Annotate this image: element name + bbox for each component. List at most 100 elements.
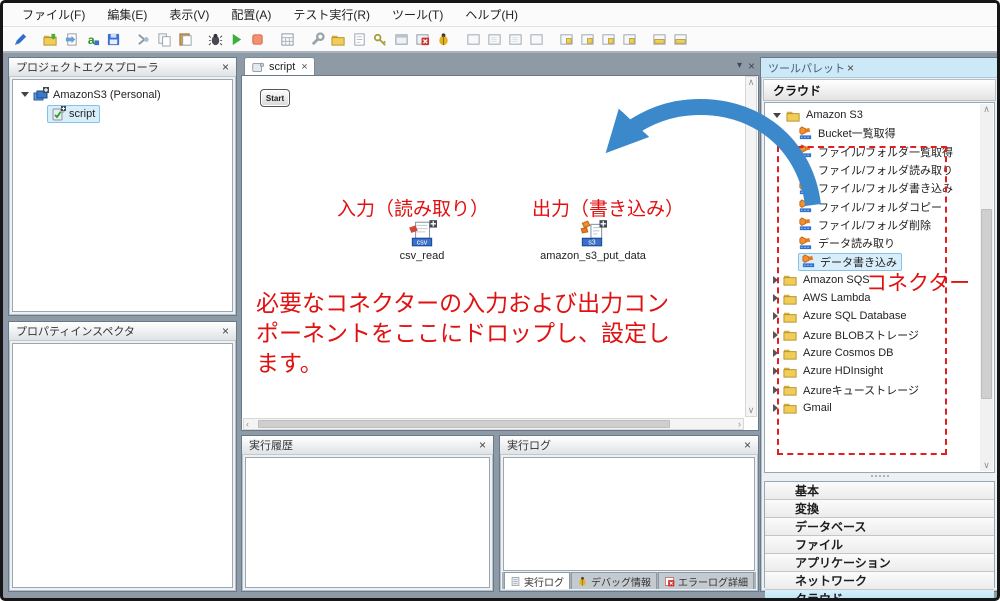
collapsed-arrow-icon[interactable] [773,367,778,375]
application-window: ファイル(F) 編集(E) 表示(V) 配置(A) テスト実行(R) ツール(T… [0,0,1000,601]
palette-item-file-delete[interactable]: ファイル/フォルダ削除 [765,216,994,234]
rename-icon[interactable] [83,30,101,48]
tab-error-log[interactable]: エラーログ詳細 [658,572,754,589]
project-root-row[interactable]: AmazonS3 (Personal) [13,85,232,104]
category-file[interactable]: ファイル [765,536,994,554]
scroll-right-icon[interactable]: › [738,419,741,430]
align-middle-icon[interactable] [578,30,596,48]
close-window-icon[interactable] [413,30,431,48]
menu-test-run[interactable]: テスト実行(R) [284,3,379,26]
close-icon[interactable]: × [477,440,488,450]
palette-folder-azure-sql[interactable]: Azure SQL Database [765,307,994,325]
stop-icon[interactable] [248,30,266,48]
new-script-icon[interactable] [11,30,29,48]
key-icon[interactable] [371,30,389,48]
palette-folder-azure-hdinsight[interactable]: Azure HDInsight [765,362,994,380]
save-icon[interactable] [104,30,122,48]
palette-group-amazon-s3[interactable]: Amazon S3 [765,106,994,124]
category-application[interactable]: アプリケーション [765,554,994,572]
palette-section-label: クラウド [773,82,821,99]
copy-icon[interactable] [155,30,173,48]
scroll-left-icon[interactable]: ‹ [246,419,249,430]
align-bottom-icon[interactable] [599,30,617,48]
document-icon[interactable] [350,30,368,48]
palette-scrollbar[interactable]: ∧ ∨ [980,104,993,471]
close-icon[interactable]: × [220,62,231,72]
collapsed-arrow-icon[interactable] [773,331,778,339]
collapsed-arrow-icon[interactable] [773,349,778,357]
expand-arrow-icon[interactable] [773,113,781,118]
close-icon[interactable]: × [742,440,753,450]
scroll-down-icon[interactable]: ∨ [980,460,993,471]
canvas-horizontal-scrollbar[interactable]: ‹ › [243,418,744,430]
collapsed-arrow-icon[interactable] [773,276,778,284]
window-icon[interactable] [392,30,410,48]
category-database[interactable]: データベース [765,518,994,536]
menu-help[interactable]: ヘルプ(H) [456,3,527,26]
category-convert[interactable]: 変換 [765,500,994,518]
collapsed-arrow-icon[interactable] [773,294,778,302]
scroll-up-icon[interactable]: ∧ [980,104,993,115]
palette-splitter[interactable] [764,473,995,479]
palette-item-bucket-list[interactable]: Bucket一覧取得 [765,124,994,142]
script-selection[interactable]: script [47,105,100,123]
bug-icon[interactable] [434,30,452,48]
tool-icon[interactable] [308,30,326,48]
layout-center-icon[interactable] [485,30,503,48]
paste-icon[interactable] [176,30,194,48]
palette-folder-gmail[interactable]: Gmail [765,399,994,417]
palette-folder-azure-cosmos[interactable]: Azure Cosmos DB [765,344,994,362]
close-icon[interactable]: × [845,63,856,73]
distribute-v-icon[interactable] [671,30,689,48]
palette-item-file-read[interactable]: ファイル/フォルダ読み取り [765,161,994,179]
align-top-icon[interactable] [557,30,575,48]
palette-item-data-read[interactable]: データ読み取り [765,234,994,252]
tab-debug-info[interactable]: デバッグ情報 [571,572,657,589]
menu-arrange[interactable]: 配置(A) [222,3,280,26]
palette-item-file-copy[interactable]: ファイル/フォルダコピー [765,197,994,215]
collapsed-arrow-icon[interactable] [773,386,778,394]
menu-file[interactable]: ファイル(F) [13,3,94,26]
distribute-h-icon[interactable] [650,30,668,48]
csv-read-component-icon[interactable] [407,220,437,248]
palette-section-header[interactable]: クラウド [763,79,996,101]
scroll-up-icon[interactable]: ∧ [746,77,756,88]
run-icon[interactable] [227,30,245,48]
tab-close-icon[interactable]: × [301,61,307,73]
category-basic[interactable]: 基本 [765,482,994,500]
expand-arrow-icon[interactable] [21,92,29,97]
align-base-icon[interactable] [620,30,638,48]
start-component[interactable]: Start [260,89,290,107]
import-icon[interactable] [62,30,80,48]
folder-icon[interactable] [329,30,347,48]
palette-item-file-write[interactable]: ファイル/フォルダ書き込み [765,179,994,197]
layout-left-icon[interactable] [464,30,482,48]
tab-script[interactable]: script × [244,57,315,75]
debug-run-icon[interactable] [206,30,224,48]
tabstrip-close-icon[interactable]: × [748,61,755,71]
collapsed-arrow-icon[interactable] [773,312,778,320]
menu-tools[interactable]: ツール(T) [383,3,452,26]
layout-grid-icon[interactable] [527,30,545,48]
palette-item-file-list[interactable]: ファイル/フォルダ一覧取得 [765,143,994,161]
tab-exec-log[interactable]: 実行ログ [504,572,570,589]
s3-put-component-icon[interactable] [577,220,607,248]
close-icon[interactable]: × [220,326,231,336]
category-cloud[interactable]: クラウド [765,590,994,601]
cut-icon[interactable] [134,30,152,48]
schedule-icon[interactable] [278,30,296,48]
collapsed-arrow-icon[interactable] [773,404,778,412]
layout-right-icon[interactable] [506,30,524,48]
tab-list-dropdown-icon[interactable]: ▾ [737,60,742,71]
scroll-down-icon[interactable]: ∨ [746,405,756,416]
scrollbar-thumb[interactable] [981,209,992,399]
palette-folder-azure-queue[interactable]: Azureキューストレージ [765,380,994,398]
menu-edit[interactable]: 編集(E) [98,3,156,26]
palette-folder-azure-blob[interactable]: Azure BLOBストレージ [765,326,994,344]
canvas-vertical-scrollbar[interactable]: ∧ ∨ [745,76,757,417]
project-script-row[interactable]: script [13,104,232,123]
open-project-icon[interactable] [41,30,59,48]
menu-view[interactable]: 表示(V) [160,3,218,26]
scrollbar-thumb[interactable] [258,420,670,428]
category-network[interactable]: ネットワーク [765,572,994,590]
